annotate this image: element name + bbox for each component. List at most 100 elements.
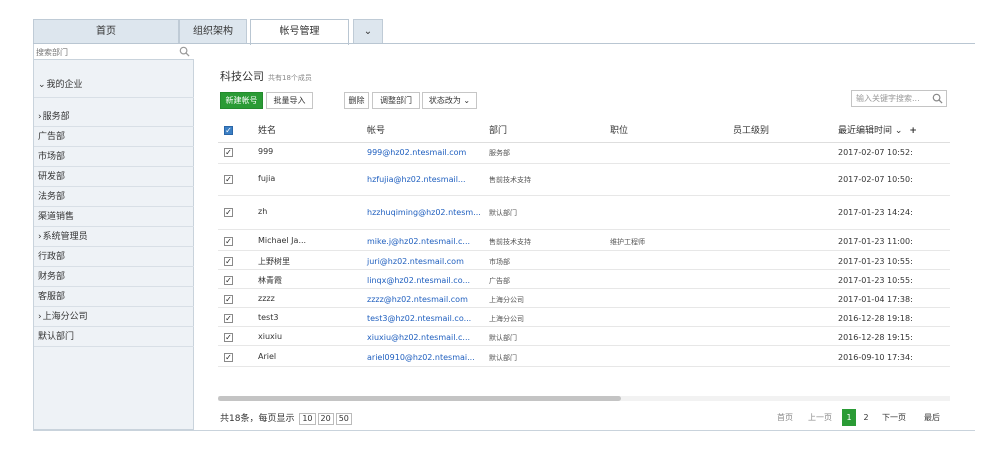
sidebar-item-marketing[interactable]: 市场部 <box>34 147 194 167</box>
cell-dept: 售前技术支持 <box>489 176 531 184</box>
row-divider <box>218 269 950 270</box>
add-column-icon[interactable]: + <box>909 126 917 136</box>
sidebar-item-default-dept[interactable]: 默认部门 <box>34 327 194 347</box>
cell-account[interactable]: hzzhuqiming@hz02.ntesm... <box>367 208 481 217</box>
sidebar-item-label: 渠道销售 <box>38 212 75 222</box>
row-checkbox[interactable]: ✓ <box>224 276 233 285</box>
col-header-dept[interactable]: 部门 <box>489 121 507 141</box>
page-size-10[interactable]: 10 <box>299 413 316 425</box>
sidebar-item-shanghai-branch[interactable]: ›上海分公司 <box>34 307 194 327</box>
search-icon[interactable] <box>179 46 190 57</box>
chevron-right-icon: › <box>38 312 42 322</box>
row-checkbox[interactable]: ✓ <box>224 148 233 157</box>
sidebar-item-label: 财务部 <box>38 272 66 282</box>
cell-account[interactable]: zzzz@hz02.ntesmail.com <box>367 295 468 304</box>
col-header-last-edit[interactable]: 最近编辑时间 ⌄ + <box>838 121 917 141</box>
sidebar-item-customer-service[interactable]: 客服部 <box>34 287 194 307</box>
sidebar-item-label: 系统管理员 <box>42 232 88 242</box>
cell-account[interactable]: test3@hz02.ntesmail.co... <box>367 314 471 323</box>
cell-account[interactable]: xiuxiu@hz02.ntesmail.c... <box>367 333 470 342</box>
row-checkbox[interactable]: ✓ <box>224 333 233 342</box>
change-status-dropdown[interactable]: 状态改为 ⌄ <box>422 92 477 109</box>
cell-dept: 服务部 <box>489 149 510 157</box>
content-bottom-border <box>33 430 975 431</box>
delete-button[interactable]: 删除 <box>344 92 369 109</box>
chevron-right-icon: › <box>38 112 42 122</box>
chevron-down-icon: ⌄ <box>363 26 373 37</box>
tab-org-structure[interactable]: 组织架构 <box>179 19 247 44</box>
search-icon[interactable] <box>932 93 943 104</box>
tab-home[interactable]: 首页 <box>33 19 179 44</box>
row-divider <box>218 250 950 251</box>
row-checkbox[interactable]: ✓ <box>224 175 233 184</box>
cell-name: Ariel <box>258 352 277 361</box>
col-header-account[interactable]: 帐号 <box>367 121 385 141</box>
cell-name: zzzz <box>258 294 275 303</box>
dept-sidebar: ⌄我的企业 ›服务部 广告部 市场部 研发部 法务部 渠道销售 ›系统管理员 行… <box>33 44 194 430</box>
col-header-position[interactable]: 职位 <box>610 121 628 141</box>
member-count: 共有18个成员 <box>268 74 312 82</box>
sidebar-item-channel-sales[interactable]: 渠道销售 <box>34 207 194 227</box>
sidebar-item-admin[interactable]: 行政部 <box>34 247 194 267</box>
sidebar-item-label: 广告部 <box>38 132 66 142</box>
select-all-checkbox[interactable]: ✓ <box>224 126 233 135</box>
tab-account-management[interactable]: 帐号管理 <box>250 19 349 45</box>
row-divider <box>218 229 950 230</box>
sidebar-item-sysadmin[interactable]: ›系统管理员 <box>34 227 194 247</box>
sort-desc-icon[interactable]: ⌄ <box>895 126 903 136</box>
cell-account[interactable]: linqx@hz02.ntesmail.co... <box>367 276 470 285</box>
cell-dept: 上海分公司 <box>489 315 524 323</box>
sidebar-item-service[interactable]: ›服务部 <box>34 107 194 127</box>
last-page-link[interactable]: 最后 <box>924 412 940 423</box>
sidebar-item-finance[interactable]: 财务部 <box>34 267 194 287</box>
next-page-link[interactable]: 下一页 <box>882 412 906 423</box>
tabs-dropdown-button[interactable]: ⌄ <box>353 19 383 44</box>
cell-account[interactable]: hzfujia@hz02.ntesmail... <box>367 175 466 184</box>
sidebar-item-advertising[interactable]: 广告部 <box>34 127 194 147</box>
cell-last-edit: 2017-01-23 10:55: <box>838 276 913 285</box>
col-header-name[interactable]: 姓名 <box>258 121 276 141</box>
cell-account[interactable]: ariel0910@hz02.ntesmai... <box>367 353 475 362</box>
keyword-search-placeholder: 输入关键字搜索... <box>856 94 920 103</box>
first-page-link[interactable]: 首页 <box>777 412 793 423</box>
sidebar-item-label: 客服部 <box>38 292 66 302</box>
cell-dept: 默认部门 <box>489 354 517 362</box>
sidebar-item-legal[interactable]: 法务部 <box>34 187 194 207</box>
row-checkbox[interactable]: ✓ <box>224 208 233 217</box>
row-checkbox[interactable]: ✓ <box>224 295 233 304</box>
cell-name: 林青霞 <box>258 276 282 285</box>
row-divider <box>218 326 950 327</box>
cell-account[interactable]: 999@hz02.ntesmail.com <box>367 148 466 157</box>
sidebar-item-my-enterprise[interactable]: ⌄我的企业 <box>34 72 194 98</box>
new-account-button[interactable]: 新建帐号 <box>220 92 263 109</box>
cell-account[interactable]: juri@hz02.ntesmail.com <box>367 257 464 266</box>
company-header: 科技公司 共有18个成员 <box>220 68 312 84</box>
page-2-button[interactable]: 2 <box>859 409 873 426</box>
chevron-right-icon: › <box>38 232 42 242</box>
row-checkbox[interactable]: ✓ <box>224 237 233 246</box>
dept-search-input[interactable] <box>34 44 178 60</box>
page-size-50[interactable]: 50 <box>335 413 352 425</box>
row-checkbox[interactable]: ✓ <box>224 314 233 323</box>
chevron-down-icon: ⌄ <box>38 80 46 90</box>
sidebar-item-label: 默认部门 <box>38 332 75 342</box>
sidebar-item-label: 上海分公司 <box>42 312 88 322</box>
row-checkbox[interactable]: ✓ <box>224 353 233 362</box>
batch-import-button[interactable]: 批量导入 <box>266 92 313 109</box>
page-size-20[interactable]: 20 <box>317 413 334 425</box>
prev-page-link[interactable]: 上一页 <box>808 412 832 423</box>
col-header-level[interactable]: 员工级别 <box>733 121 769 141</box>
page-1-button[interactable]: 1 <box>842 409 856 426</box>
sidebar-item-rnd[interactable]: 研发部 <box>34 167 194 187</box>
row-divider <box>218 288 950 289</box>
row-divider <box>218 345 950 346</box>
row-checkbox[interactable]: ✓ <box>224 257 233 266</box>
cell-dept: 默认部门 <box>489 334 517 342</box>
horizontal-scrollbar-thumb[interactable] <box>218 396 621 401</box>
keyword-search[interactable]: 输入关键字搜索... <box>851 90 947 107</box>
row-divider <box>218 307 950 308</box>
adjust-dept-button[interactable]: 调整部门 <box>372 92 420 109</box>
cell-account[interactable]: mike.j@hz02.ntesmail.c... <box>367 237 470 246</box>
cell-position: 维护工程师 <box>610 238 645 246</box>
cell-name: test3 <box>258 313 279 322</box>
